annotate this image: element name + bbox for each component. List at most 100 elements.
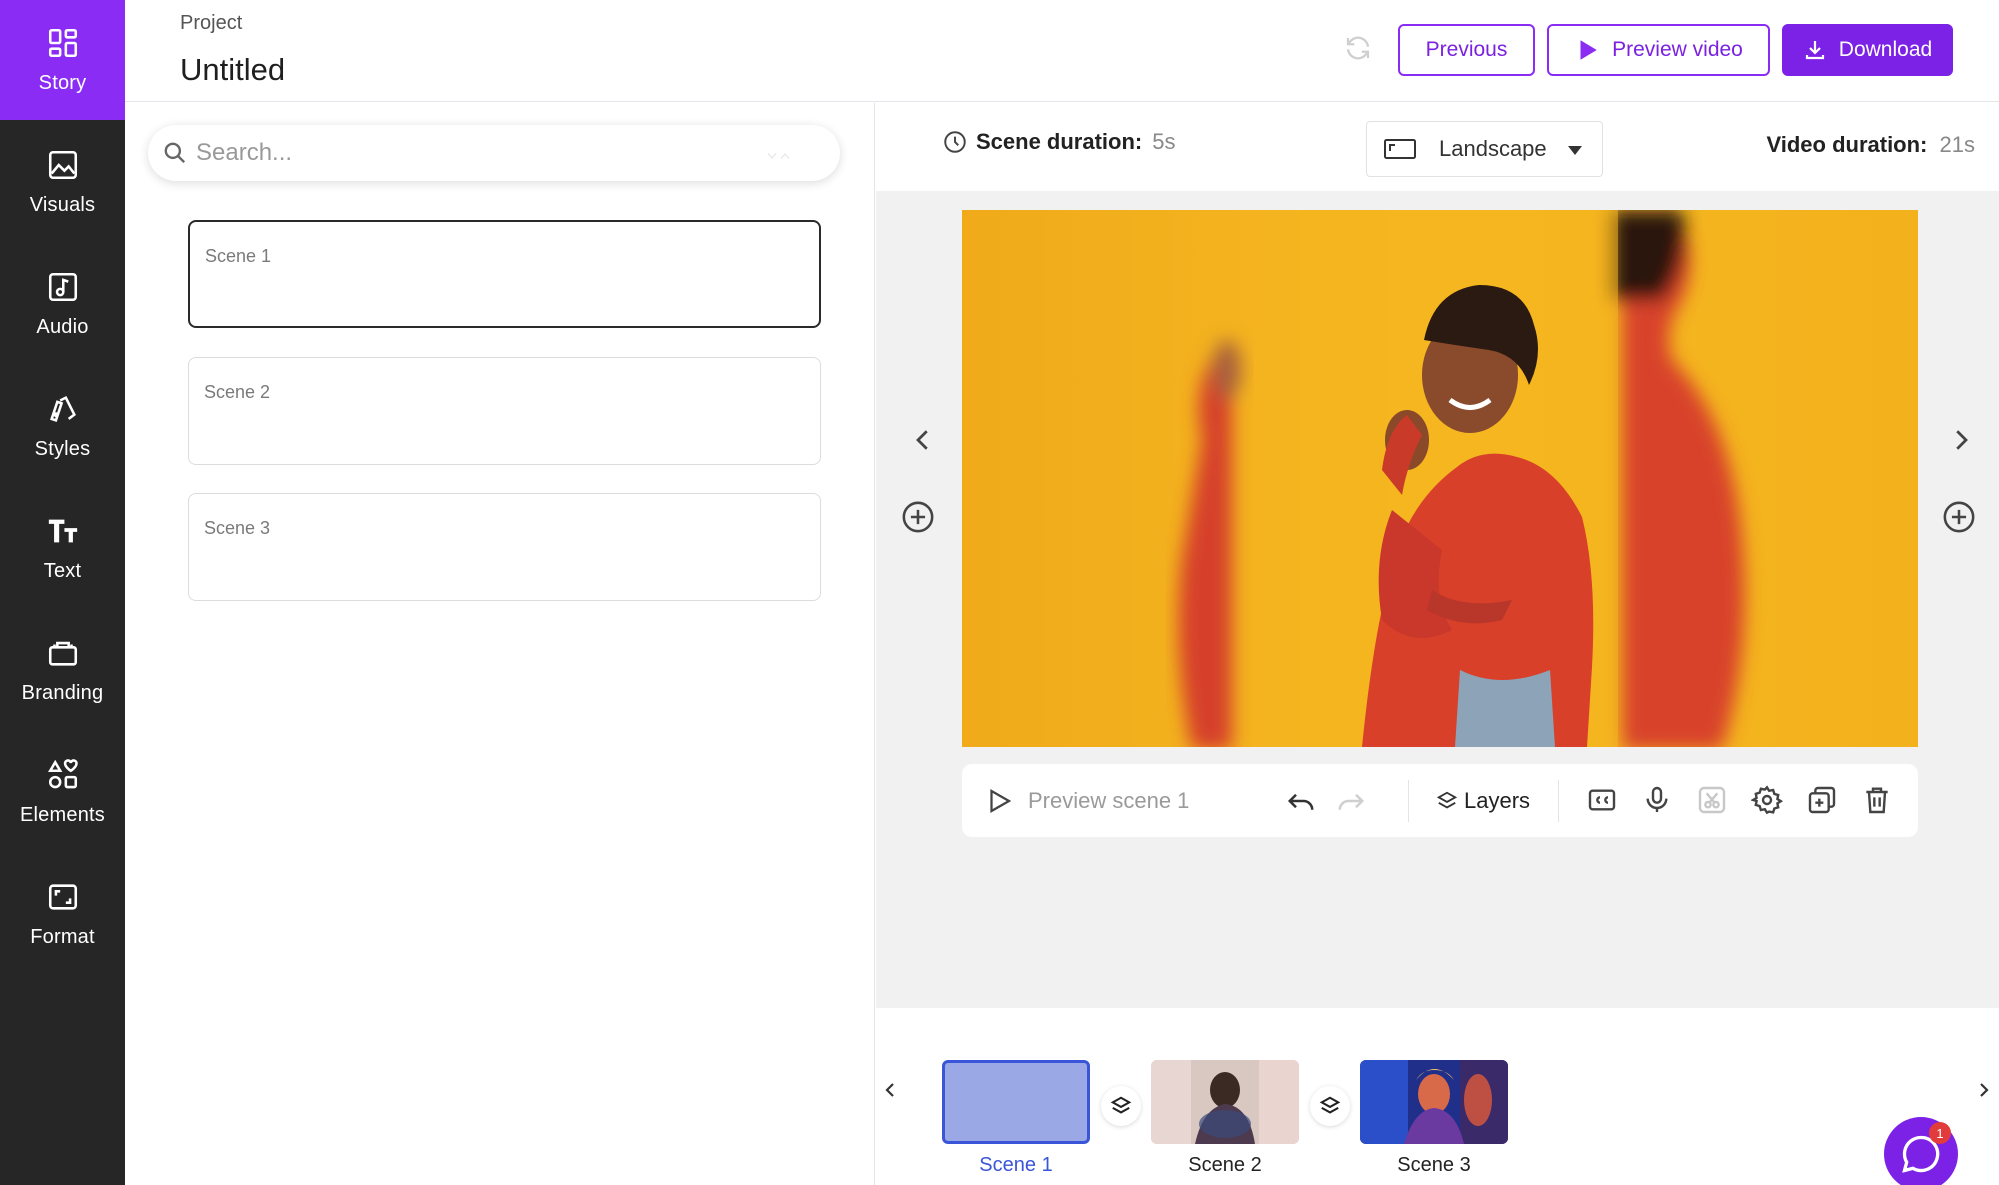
preview-video-label: Preview video <box>1612 38 1743 61</box>
rail-item-elements[interactable]: Elements <box>0 732 125 852</box>
project-title[interactable]: Untitled <box>180 52 285 88</box>
info-bar: Scene duration: 5s Landscape Video durat… <box>876 103 1999 191</box>
search-nav-carets-icon[interactable] <box>766 143 792 169</box>
preview-scene-label: Preview scene 1 <box>1028 787 1190 813</box>
rail-label-styles: Styles <box>34 437 91 460</box>
rail-item-audio[interactable]: Audio <box>0 244 125 364</box>
rail-item-text[interactable]: Text <box>0 488 125 608</box>
layers-label: Layers <box>1464 787 1531 813</box>
scene-duration-label: Scene duration: <box>976 129 1143 154</box>
scene-duration: Scene duration: 5s <box>942 129 1176 155</box>
scene-card-3[interactable]: Scene 3 <box>188 493 821 601</box>
landscape-icon <box>1384 139 1416 159</box>
scene-image <box>962 210 1918 747</box>
rail-label-format: Format <box>30 925 95 948</box>
duplicate-icon[interactable] <box>1806 784 1838 816</box>
scene-duration-value: 5s <box>1152 129 1176 154</box>
rail-item-story[interactable]: Story <box>0 0 125 120</box>
frame-icon <box>48 883 77 910</box>
trim-scissors-icon[interactable] <box>1696 784 1728 816</box>
rail-item-styles[interactable]: Styles <box>0 366 125 486</box>
rail-label-text: Text <box>43 559 82 582</box>
rail-label-elements: Elements <box>20 803 105 826</box>
shapes-icon <box>47 758 78 788</box>
scene-card-label: Scene 1 <box>205 246 272 266</box>
search-icon <box>164 142 186 164</box>
previous-button-label: Previous <box>1425 38 1508 61</box>
scene-card-label: Scene 2 <box>204 382 271 402</box>
scene-2-image <box>1151 1060 1299 1144</box>
prev-scene-arrow-icon[interactable] <box>908 425 938 455</box>
redo-icon[interactable] <box>1334 786 1368 816</box>
timeline-prev-arrow-icon[interactable] <box>878 1078 902 1102</box>
toolbar-divider <box>1558 780 1559 822</box>
add-scene-after-icon[interactable] <box>1942 500 1976 534</box>
video-duration: Video duration: 21s <box>1766 132 1975 158</box>
trash-icon[interactable] <box>1861 784 1893 816</box>
image-icon <box>48 150 77 179</box>
rail-label-story: Story <box>38 71 87 94</box>
timeline-scene-2[interactable]: Scene 2 <box>1151 1060 1299 1177</box>
toolbar-divider <box>1408 780 1409 822</box>
layers-icon <box>1436 791 1458 808</box>
layers-button[interactable]: Layers <box>1436 764 1530 837</box>
scene-3-image <box>1360 1060 1508 1144</box>
styles-icon <box>49 395 76 422</box>
search-input[interactable] <box>196 139 736 167</box>
scene-toolbar: Preview scene 1 Layers <box>962 764 1918 837</box>
timeline-next-arrow-icon[interactable] <box>1972 1078 1996 1102</box>
next-scene-arrow-icon[interactable] <box>1946 425 1976 455</box>
story-icon <box>48 28 77 57</box>
clock-icon <box>944 131 966 153</box>
preview-video-button[interactable]: Preview video <box>1547 24 1770 76</box>
microphone-icon[interactable] <box>1641 784 1673 816</box>
caret-down-icon <box>1568 146 1582 155</box>
scene-card-1[interactable]: Scene 1 <box>188 220 821 328</box>
scene-canvas[interactable] <box>962 210 1918 747</box>
scene-thumbnail-label: Scene 3 <box>1397 1154 1471 1176</box>
scene-thumbnail-label: Scene 1 <box>979 1154 1053 1176</box>
rail-item-branding[interactable]: Branding <box>0 610 125 730</box>
rail-item-visuals[interactable]: Visuals <box>0 122 125 242</box>
rail-label-visuals: Visuals <box>29 193 96 216</box>
header: Project Untitled Previous Preview video … <box>125 0 1999 102</box>
orientation-dropdown[interactable]: Landscape <box>1366 121 1603 177</box>
scene-thumbnail-label: Scene 2 <box>1188 1154 1262 1176</box>
transition-layers-button[interactable] <box>1101 1086 1141 1126</box>
scene-timeline: Scene 1 Scene 2 Scene 3 <box>876 1008 1999 1185</box>
transition-layers-button[interactable] <box>1310 1086 1350 1126</box>
scene-card-2[interactable]: Scene 2 <box>188 357 821 465</box>
layers-icon <box>1319 1096 1341 1114</box>
video-duration-label: Video duration: <box>1766 132 1928 157</box>
sync-icon <box>1346 36 1370 60</box>
download-label: Download <box>1838 38 1933 61</box>
video-duration-value: 21s <box>1939 132 1975 157</box>
rail-label-branding: Branding <box>21 681 104 704</box>
briefcase-icon <box>48 641 77 666</box>
rail-label-audio: Audio <box>36 315 89 338</box>
add-scene-before-icon[interactable] <box>901 500 935 534</box>
download-icon <box>1805 41 1824 60</box>
timeline-scene-1[interactable]: Scene 1 <box>942 1060 1090 1177</box>
rail-item-format[interactable]: Format <box>0 854 125 974</box>
download-button[interactable]: Download <box>1782 24 1953 76</box>
preview-scene-button[interactable]: Preview scene 1 <box>984 764 1189 837</box>
orientation-label: Landscape <box>1439 136 1547 161</box>
undo-icon[interactable] <box>1284 786 1318 816</box>
play-outline-icon <box>990 788 1012 813</box>
left-rail: Story Visuals Audio Styles Text Branding… <box>0 0 125 1185</box>
chat-notification-badge: 1 <box>1929 1122 1951 1144</box>
text-icon <box>48 519 77 542</box>
timeline-scene-3[interactable]: Scene 3 <box>1360 1060 1508 1177</box>
captions-icon[interactable] <box>1586 784 1618 816</box>
scene-card-label: Scene 3 <box>204 518 271 538</box>
project-kicker: Project <box>180 12 243 34</box>
search-bar <box>148 125 840 181</box>
scene-thumbnail[interactable] <box>942 1060 1090 1144</box>
story-panel: Scene 1 Scene 2 Scene 3 <box>125 103 875 1185</box>
scene-thumbnail[interactable] <box>1151 1060 1299 1144</box>
previous-button[interactable]: Previous <box>1398 24 1535 76</box>
gear-icon[interactable] <box>1751 784 1783 816</box>
workspace: Scene duration: 5s Landscape Video durat… <box>876 103 1999 1008</box>
scene-thumbnail[interactable] <box>1360 1060 1508 1144</box>
